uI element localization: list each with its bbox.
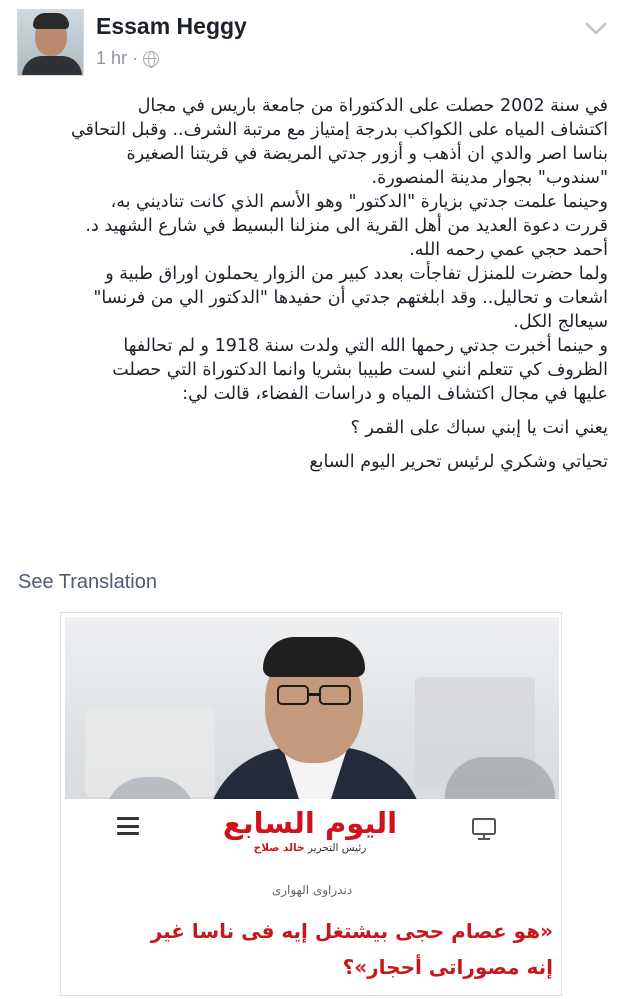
author-name[interactable]: Essam Heggy	[96, 13, 247, 40]
article-byline: دندراوى الهوارى	[271, 883, 353, 897]
photo-glasses-right	[319, 685, 351, 705]
meta-separator: ·	[132, 48, 139, 68]
post-line: أحمد حجي عمي رحمه الله.	[409, 240, 608, 260]
hamburger-menu-icon[interactable]	[117, 817, 139, 835]
post-line: عليها في مجال اكتشاف المياه و دراسات الف…	[182, 384, 608, 404]
avatar-shirt	[22, 56, 82, 75]
headline-line: «هو عصام حجى بيشتغل إيه فى ناسا غير	[150, 919, 553, 943]
post-quote: يعني انت يا إبني سباك على القمر ؟	[350, 418, 608, 438]
chevron-down-icon[interactable]	[583, 18, 609, 38]
post-line: و حينما أخبرت جدتي رحمها الله التي ولدت …	[123, 336, 608, 356]
headline-line: إنه مصوراتى أحجار»؟	[342, 955, 553, 979]
post-line: اشعات و تحاليل.. وقد ابلغتهم جدتي أن حفي…	[93, 288, 608, 308]
post-line: سيعالج الكل.	[513, 312, 608, 332]
photo-glasses-left	[277, 685, 309, 705]
logo-editor-line: رئيس التحرير خالد صلاح	[210, 842, 410, 854]
post-timestamp[interactable]: 1 hr	[96, 48, 127, 69]
article-headline[interactable]: «هو عصام حجى بيشتغل إيه فى ناسا غير إنه …	[71, 913, 553, 985]
post-header: Essam Heggy 1 hr ·	[0, 0, 620, 84]
post-closing: تحياتي وشكري لرئيس تحرير اليوم السابع	[309, 452, 608, 472]
post-line: الظروف كي تتعلم انني لست طبيبا بشريا وان…	[112, 360, 608, 380]
logo-text: اليوم السابع	[222, 806, 398, 840]
editor-name: خالد صلاح	[253, 842, 305, 854]
post-meta: 1 hr ·	[96, 48, 160, 69]
see-translation-link[interactable]: See Translation	[18, 571, 157, 594]
post-line: في سنة 2002 حصلت على الدكتوراة من جامعة …	[137, 96, 608, 116]
avatar-hair	[33, 13, 69, 29]
photo-hair	[263, 637, 365, 677]
post-line: "سندوب" بجوار مدينة المنصورة.	[371, 168, 608, 188]
post-line: وحينما علمت جدتي بزيارة "الدكتور" وهو ال…	[110, 192, 608, 212]
post-line: قررت دعوة العديد من أهل القرية الى منزلن…	[85, 216, 608, 236]
post-line: اكتشاف المياه على الكواكب بدرجة إمتياز م…	[70, 120, 608, 140]
post-body: في سنة 2002 حصلت على الدكتوراة من جامعة …	[18, 94, 608, 474]
shared-article-card[interactable]: اليوم السابع رئيس التحرير خالد صلاح دندر…	[60, 612, 562, 996]
post-line: ولما حضرت للمنزل تفاجأت بعدد كبير من الز…	[105, 264, 608, 284]
photo-glasses-bridge	[309, 693, 319, 696]
monitor-icon[interactable]	[471, 817, 497, 841]
author-avatar[interactable]	[17, 9, 84, 76]
site-logo[interactable]: اليوم السابع رئيس التحرير خالد صلاح	[210, 805, 410, 871]
post-line: بناسا اصر والدي ان أذهب و أزور جدتي المر…	[126, 144, 608, 164]
globe-icon[interactable]	[143, 50, 160, 68]
editor-label: رئيس التحرير	[307, 842, 367, 854]
site-brand-bar: اليوم السابع رئيس التحرير خالد صلاح	[65, 799, 559, 877]
